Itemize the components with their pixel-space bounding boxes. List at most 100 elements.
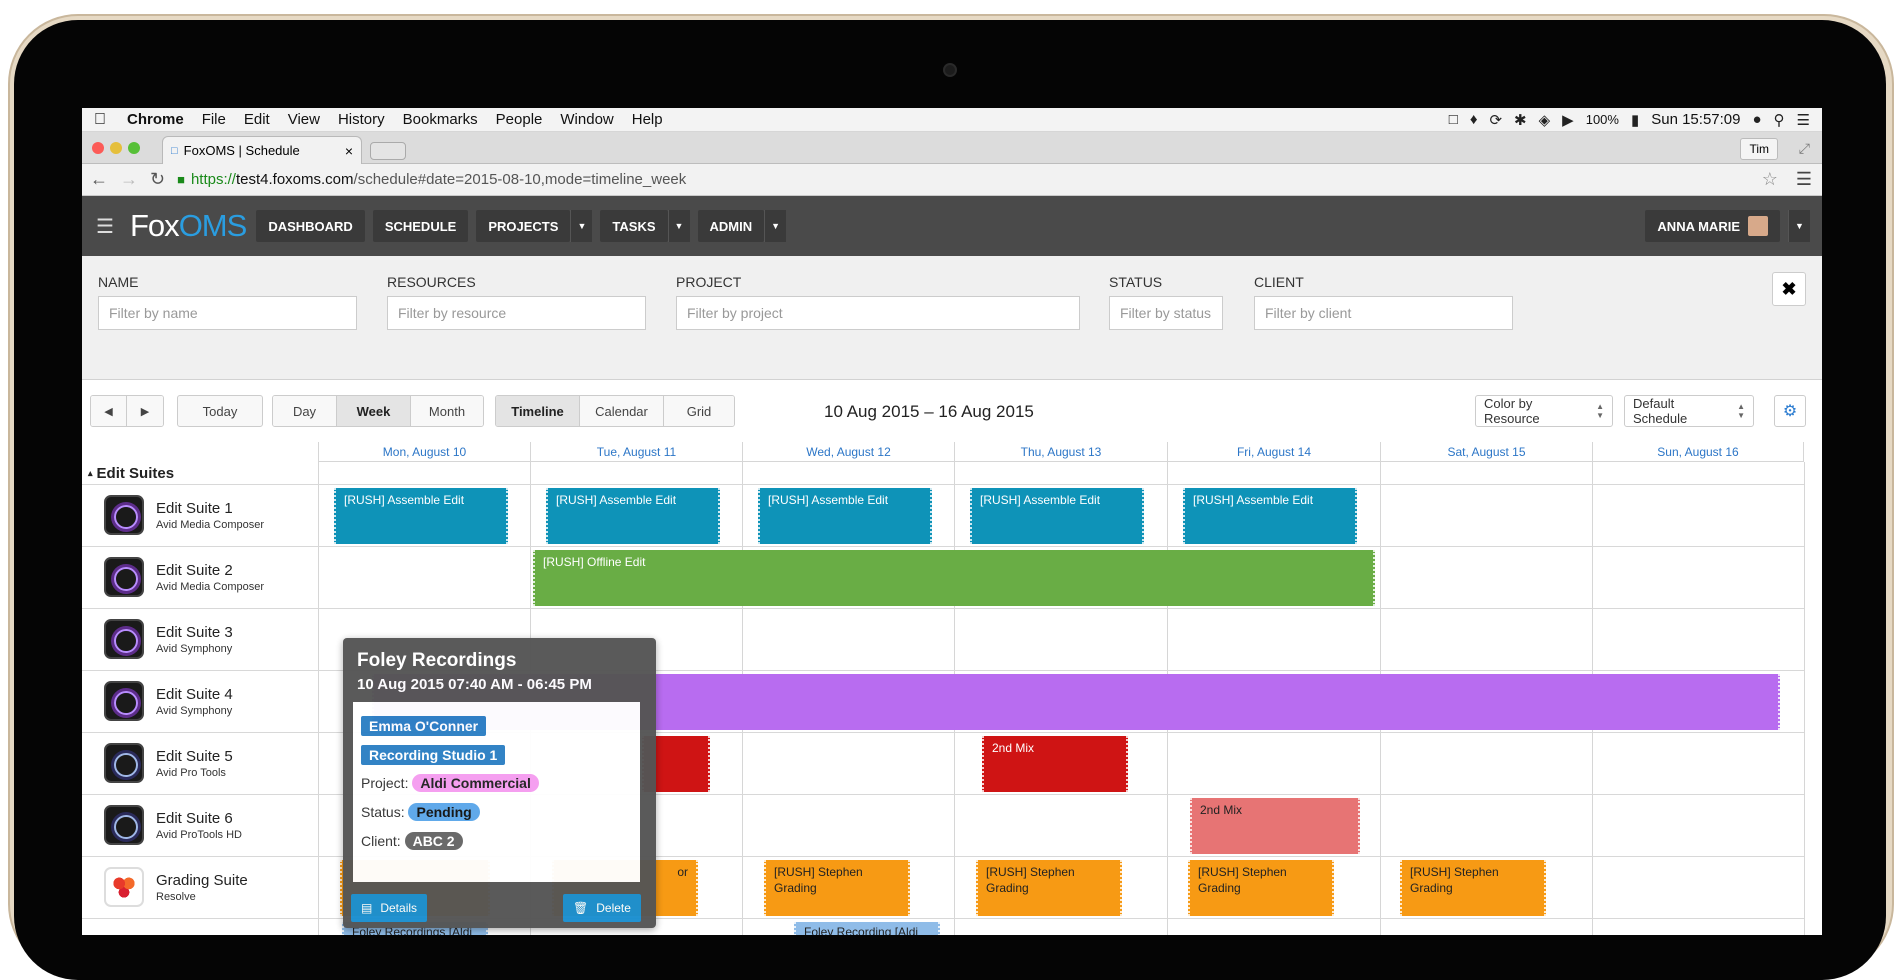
- client-pill[interactable]: ABC 2: [404, 832, 463, 850]
- resource-row: Edit Suite 6 Avid ProTools HD: [82, 794, 1804, 856]
- event-stephen-grading[interactable]: [RUSH] Stephen Grading: [1400, 860, 1546, 916]
- room-tag[interactable]: Recording Studio 1: [361, 745, 506, 765]
- menu-help[interactable]: Help: [623, 111, 672, 128]
- event-stephen-grading[interactable]: [RUSH] Stephen Grading: [1188, 860, 1334, 916]
- close-filters-button[interactable]: ✖: [1772, 272, 1806, 306]
- calendar-mode-button[interactable]: Calendar: [580, 396, 664, 426]
- menu-edit[interactable]: Edit: [235, 111, 279, 128]
- lock-status-icon[interactable]: □: [1449, 111, 1458, 128]
- event-assemble-edit[interactable]: [RUSH] Assemble Edit: [334, 488, 508, 544]
- browser-menu-icon[interactable]: ☰: [1796, 169, 1812, 190]
- project-pill[interactable]: Aldi Commercial: [412, 774, 539, 792]
- close-window-icon[interactable]: [92, 142, 104, 154]
- nav-projects[interactable]: PROJECTS: [476, 210, 571, 242]
- group-header[interactable]: ▴ Edit Suites: [82, 462, 174, 484]
- menu-file[interactable]: File: [193, 111, 235, 128]
- grid-mode-button[interactable]: Grid: [664, 396, 734, 426]
- details-button[interactable]: ▤ Details: [351, 894, 428, 922]
- event-offline-edit[interactable]: [RUSH] Offline Edit: [533, 550, 1375, 606]
- nav-schedule[interactable]: SCHEDULE: [372, 210, 469, 242]
- projects-caret-icon[interactable]: ▼: [570, 210, 593, 242]
- user-menu[interactable]: ANNA MARIE: [1645, 210, 1780, 242]
- resource-label[interactable]: Edit Suite 5 Avid Pro Tools: [104, 743, 233, 783]
- prev-week-button[interactable]: ◀: [91, 396, 127, 426]
- wifi-icon[interactable]: ◈: [1539, 111, 1551, 129]
- timeline-mode-button[interactable]: Timeline: [496, 396, 580, 426]
- close-tab-icon[interactable]: ×: [345, 143, 353, 159]
- event-assemble-edit[interactable]: [RUSH] Assemble Edit: [546, 488, 720, 544]
- bell-icon[interactable]: ♦: [1470, 111, 1478, 128]
- zoom-window-icon[interactable]: [128, 142, 140, 154]
- resource-row: Edit Suite 3 Avid Symphony: [82, 608, 1804, 670]
- color-by-select[interactable]: Color by Resource ▲ ▼: [1475, 395, 1613, 427]
- forward-icon[interactable]: →: [120, 169, 138, 190]
- event-assemble-edit[interactable]: [RUSH] Assemble Edit: [1183, 488, 1357, 544]
- event-foley-recording[interactable]: Foley Recording [Aldi: [794, 922, 940, 935]
- status-filter-input[interactable]: [1109, 296, 1223, 330]
- event-assemble-edit[interactable]: [RUSH] Assemble Edit: [970, 488, 1144, 544]
- time-machine-icon[interactable]: ⟳: [1489, 111, 1502, 129]
- resource-label[interactable]: Edit Suite 3 Avid Symphony: [104, 619, 233, 659]
- menu-people[interactable]: People: [487, 111, 552, 128]
- bluetooth-icon[interactable]: ✱: [1514, 111, 1527, 129]
- user-icon[interactable]: ●: [1752, 111, 1761, 128]
- month-view-button[interactable]: Month: [411, 396, 483, 426]
- group-title: Edit Suites: [96, 464, 175, 482]
- bookmark-star-icon[interactable]: ☆: [1762, 169, 1778, 190]
- spotlight-search-icon[interactable]: ⚲: [1774, 111, 1785, 129]
- secure-lock-icon: ■: [177, 172, 185, 187]
- favicon-icon: □: [171, 144, 178, 157]
- menu-app-name[interactable]: Chrome: [118, 111, 193, 128]
- menu-view[interactable]: View: [279, 111, 329, 128]
- clock[interactable]: Sun 15:57:09: [1651, 111, 1740, 128]
- next-week-button[interactable]: ▶: [127, 396, 163, 426]
- resource-label[interactable]: Grading Suite Resolve: [104, 867, 248, 907]
- day-view-button[interactable]: Day: [273, 396, 337, 426]
- delete-button[interactable]: 🗑 Delete: [563, 894, 641, 922]
- new-tab-button[interactable]: [370, 142, 406, 160]
- back-icon[interactable]: ←: [90, 169, 108, 190]
- address-bar[interactable]: ■ https://test4.foxoms.com/schedule#date…: [177, 168, 1750, 192]
- resources-filter-input[interactable]: [387, 296, 646, 330]
- fullscreen-icon[interactable]: ⤢: [1799, 140, 1810, 157]
- browser-tab[interactable]: □ FoxOMS | Schedule ×: [162, 136, 362, 164]
- profile-button[interactable]: Tim: [1740, 138, 1778, 160]
- user-caret-icon[interactable]: ▼: [1788, 210, 1810, 242]
- apple-icon[interactable]: : [82, 111, 118, 129]
- reload-icon[interactable]: ↻: [150, 169, 165, 190]
- name-filter-input[interactable]: [98, 296, 357, 330]
- event-stephen-grading[interactable]: [RUSH] Stephen Grading: [764, 860, 910, 916]
- today-button[interactable]: Today: [177, 395, 263, 427]
- resource-name: Grading Suite: [156, 871, 248, 889]
- nav-tasks[interactable]: TASKS: [600, 210, 668, 242]
- client-filter-input[interactable]: [1254, 296, 1513, 330]
- schedule-select[interactable]: Default Schedule ▲ ▼: [1624, 395, 1754, 427]
- event-2nd-mix[interactable]: 2nd Mix: [982, 736, 1128, 792]
- menu-history[interactable]: History: [329, 111, 394, 128]
- hamburger-menu-icon[interactable]: ☰: [90, 214, 120, 239]
- person-tag[interactable]: Emma O'Conner: [361, 716, 487, 736]
- nav-admin[interactable]: ADMIN: [697, 210, 765, 242]
- nav-dashboard[interactable]: DASHBOARD: [256, 210, 365, 242]
- admin-caret-icon[interactable]: ▼: [764, 210, 787, 242]
- event-stephen-grading[interactable]: [RUSH] Stephen Grading: [976, 860, 1122, 916]
- resource-label[interactable]: Edit Suite 4 Avid Symphony: [104, 681, 233, 721]
- menu-bookmarks[interactable]: Bookmarks: [394, 111, 487, 128]
- foxoms-logo[interactable]: FoxOMS: [130, 208, 247, 244]
- event-assemble-edit[interactable]: [RUSH] Assemble Edit: [758, 488, 932, 544]
- week-view-button[interactable]: Week: [337, 396, 411, 426]
- menu-window[interactable]: Window: [551, 111, 622, 128]
- tasks-caret-icon[interactable]: ▼: [667, 210, 690, 242]
- resource-label[interactable]: Edit Suite 6 Avid ProTools HD: [104, 805, 242, 845]
- status-pill[interactable]: Pending: [408, 803, 480, 821]
- project-filter-input[interactable]: [676, 296, 1080, 330]
- resource-label[interactable]: Edit Suite 2 Avid Media Composer: [104, 557, 264, 597]
- settings-gear-icon[interactable]: ⚙: [1774, 395, 1806, 427]
- minimize-window-icon[interactable]: [110, 142, 122, 154]
- battery-icon[interactable]: ▮: [1631, 111, 1639, 129]
- notification-center-icon[interactable]: ☰: [1797, 111, 1810, 129]
- resource-label[interactable]: Edit Suite 1 Avid Media Composer: [104, 495, 264, 535]
- event-2nd-mix[interactable]: 2nd Mix: [1190, 798, 1360, 854]
- volume-icon[interactable]: ▶: [1562, 111, 1574, 129]
- collapse-icon[interactable]: ▴: [88, 468, 93, 479]
